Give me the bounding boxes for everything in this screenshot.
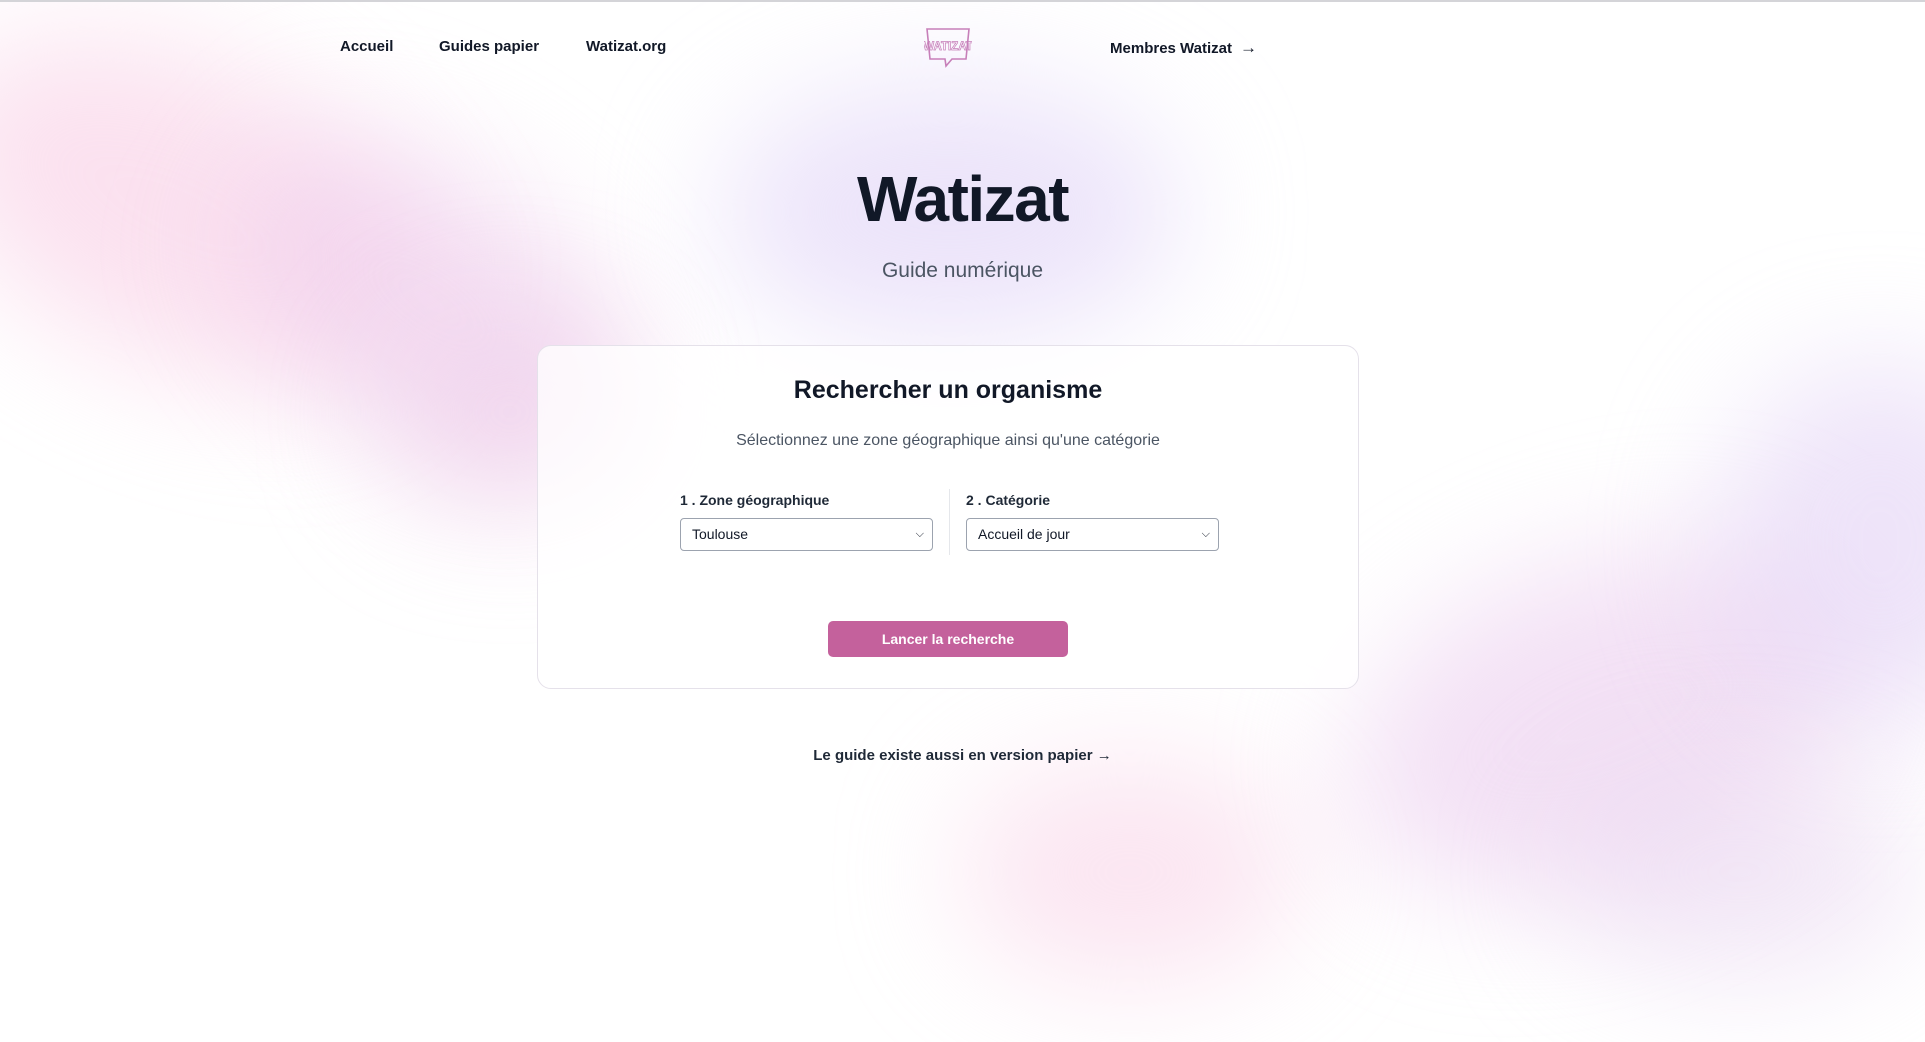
category-select[interactable]: Accueil de jour ⌵	[966, 518, 1219, 551]
top-nav: Accueil Guides papier Watizat.org WATIZA…	[0, 2, 1925, 92]
category-selected-value: Accueil de jour	[978, 526, 1070, 542]
page: Accueil Guides papier Watizat.org WATIZA…	[0, 0, 1925, 1042]
chevron-down-icon: ⌵	[915, 528, 924, 540]
search-button[interactable]: Lancer la recherche	[828, 621, 1068, 657]
nav-link-guides-papier[interactable]: Guides papier	[439, 38, 539, 55]
paper-guide-link[interactable]: Le guide existe aussi en version papier …	[813, 747, 1111, 764]
zone-selected-value: Toulouse	[692, 526, 749, 542]
search-card-subtitle: Sélectionnez une zone géographique ainsi…	[736, 432, 1160, 449]
background-blob	[1300, 482, 1900, 962]
membres-watizat-label: Membres Watizat	[1110, 39, 1232, 57]
background-blob	[1560, 762, 1920, 982]
logo-text: WATIZAT	[924, 41, 972, 53]
zone-label: 1 . Zone géographique	[680, 492, 830, 508]
zone-select[interactable]: Toulouse ⌵	[680, 518, 933, 551]
paper-guide-link-label: Le guide existe aussi en version papier	[813, 747, 1093, 764]
arrow-right-icon: →	[1240, 38, 1257, 57]
page-title: Watizat	[856, 163, 1070, 235]
paper-guide-link-wrapper: Le guide existe aussi en version papier …	[0, 747, 1925, 765]
field-divider	[949, 489, 950, 555]
page-subtitle: Guide numérique	[881, 259, 1044, 282]
arrow-right-icon: →	[1096, 747, 1112, 764]
zone-field: 1 . Zone géographique Toulouse ⌵	[680, 492, 933, 551]
background-blob	[960, 762, 1300, 982]
search-card-title: Rechercher un organisme	[793, 376, 1103, 404]
chevron-down-icon: ⌵	[1201, 528, 1210, 540]
search-card: Rechercher un organisme Sélectionnez une…	[537, 345, 1359, 689]
background-blob	[1720, 362, 1925, 722]
watizat-logo[interactable]: WATIZAT	[924, 26, 972, 68]
category-label: 2 . Catégorie	[966, 492, 1051, 508]
nav-link-watizat-org[interactable]: Watizat.org	[586, 38, 666, 55]
nav-link-accueil[interactable]: Accueil	[340, 38, 393, 55]
membres-watizat-link[interactable]: Membres Watizat →	[1110, 38, 1257, 58]
category-field: 2 . Catégorie Accueil de jour ⌵	[966, 492, 1219, 551]
